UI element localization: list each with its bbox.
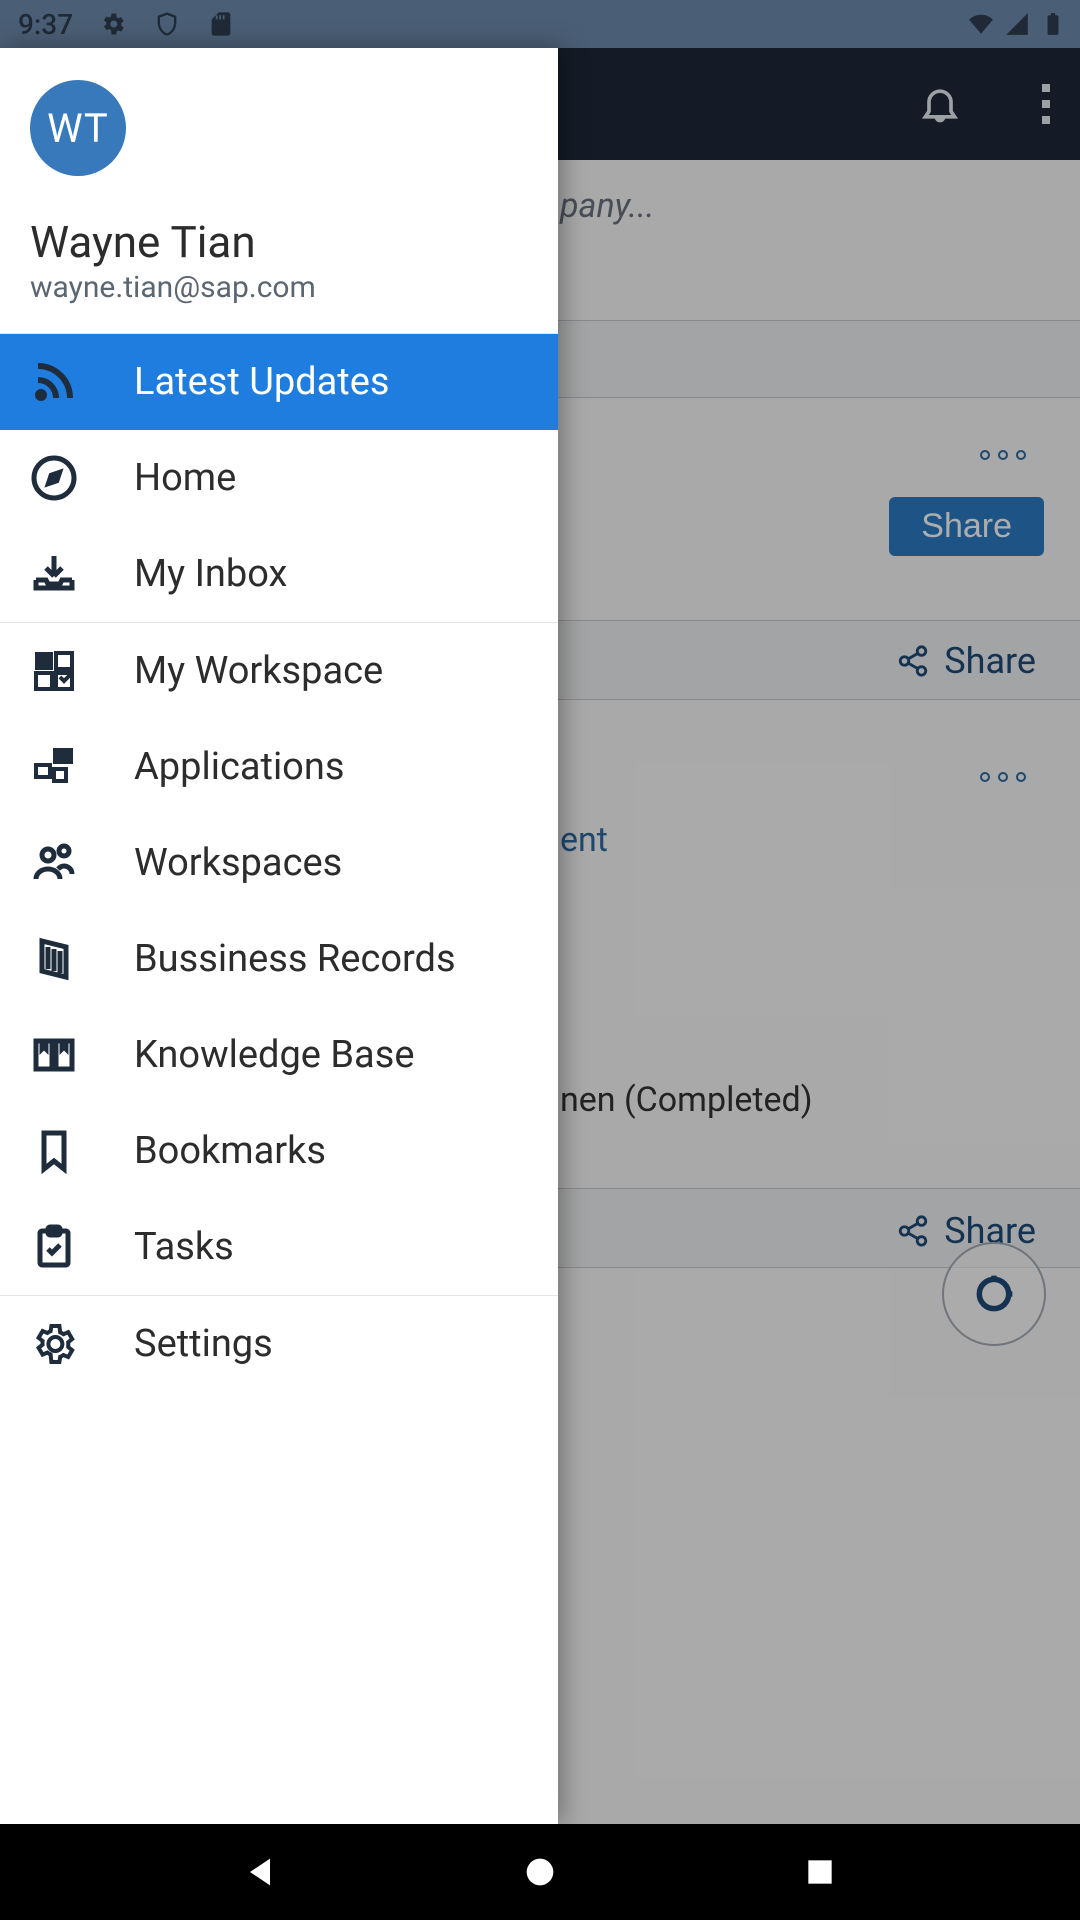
signal-icon: [1004, 11, 1030, 37]
shield-icon: [153, 10, 181, 38]
nav-item-knowledge-base[interactable]: Knowledge Base: [0, 1007, 558, 1103]
recents-icon[interactable]: [800, 1852, 840, 1892]
clipboard-check-icon: [30, 1223, 78, 1271]
back-icon[interactable]: [240, 1852, 280, 1892]
feed-icon: [30, 358, 78, 406]
nav-item-applications[interactable]: Applications: [0, 719, 558, 815]
nav-label: My Inbox: [134, 552, 287, 596]
profile-email: wayne.tian@sap.com: [30, 270, 528, 305]
status-time: 9:37: [18, 8, 73, 41]
nav-list: Latest Updates Home My Inbox My Workspac…: [0, 334, 558, 1824]
nav-item-tasks[interactable]: Tasks: [0, 1199, 558, 1295]
book-icon: [30, 1031, 78, 1079]
home-icon[interactable]: [520, 1852, 560, 1892]
bookmark-icon: [30, 1127, 78, 1175]
android-status-bar: 9:37: [0, 0, 1080, 48]
nav-item-home[interactable]: Home: [0, 430, 558, 526]
nav-item-workspaces[interactable]: Workspaces: [0, 815, 558, 911]
profile-name: Wayne Tian: [30, 216, 528, 268]
android-nav-bar: [0, 1824, 1080, 1920]
records-icon: [30, 935, 78, 983]
people-icon: [30, 839, 78, 887]
nav-item-my-inbox[interactable]: My Inbox: [0, 526, 558, 622]
nav-item-latest-updates[interactable]: Latest Updates: [0, 334, 558, 430]
nav-label: Home: [134, 456, 236, 500]
inbox-icon: [30, 550, 78, 598]
nav-label: My Workspace: [134, 649, 383, 693]
nav-label: Bussiness Records: [134, 937, 456, 981]
nav-label: Bookmarks: [134, 1129, 326, 1173]
drawer-profile[interactable]: WT Wayne Tian wayne.tian@sap.com: [0, 48, 558, 334]
viewport: 9:37 pany... Share Share ent nen (Comple…: [0, 0, 1080, 1920]
apps-icon: [30, 743, 78, 791]
nav-item-business-records[interactable]: Bussiness Records: [0, 911, 558, 1007]
battery-icon: [1040, 11, 1066, 37]
nav-drawer: WT Wayne Tian wayne.tian@sap.com Latest …: [0, 48, 558, 1824]
wifi-icon: [968, 11, 994, 37]
nav-item-settings[interactable]: Settings: [0, 1296, 558, 1392]
nav-label: Tasks: [134, 1225, 234, 1269]
sd-card-icon: [207, 10, 235, 38]
dashboard-icon: [30, 647, 78, 695]
nav-item-bookmarks[interactable]: Bookmarks: [0, 1103, 558, 1199]
avatar: WT: [30, 80, 126, 176]
nav-label: Latest Updates: [134, 360, 389, 404]
gear-icon: [30, 1320, 78, 1368]
nav-label: Settings: [134, 1322, 273, 1366]
nav-label: Knowledge Base: [134, 1033, 414, 1077]
nav-label: Workspaces: [134, 841, 342, 885]
nav-label: Applications: [134, 745, 344, 789]
compass-icon: [30, 454, 78, 502]
gear-icon: [99, 10, 127, 38]
nav-item-my-workspace[interactable]: My Workspace: [0, 623, 558, 719]
status-left: 9:37: [18, 8, 235, 41]
status-right: [968, 11, 1066, 37]
